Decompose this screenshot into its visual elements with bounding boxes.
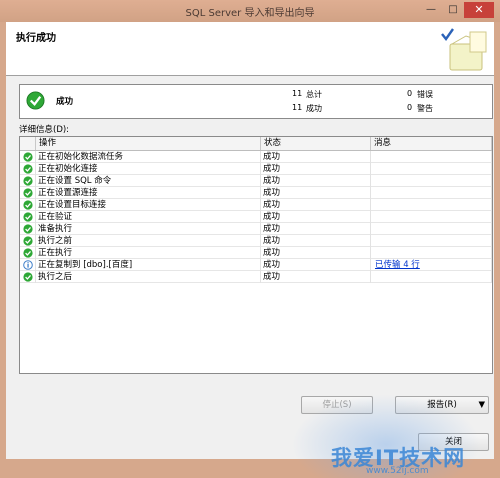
table-row[interactable]: 执行之后 成功 bbox=[20, 271, 492, 283]
success-icon bbox=[23, 164, 33, 174]
column-header-icon bbox=[20, 137, 36, 150]
row-message bbox=[371, 223, 492, 235]
row-operation: 正在验证 bbox=[36, 211, 261, 223]
row-operation: 执行之前 bbox=[36, 235, 261, 247]
table-row[interactable]: 正在初始化连接 成功 bbox=[20, 163, 492, 175]
row-operation: 正在复制到 [dbo].[百度] bbox=[36, 259, 261, 271]
row-status: 成功 bbox=[261, 199, 371, 211]
warning-label: 警告 bbox=[417, 104, 433, 113]
title-bar[interactable]: SQL Server 导入和导出向导 — □ ✕ bbox=[0, 0, 500, 22]
total-count: 11 bbox=[292, 89, 303, 98]
row-message bbox=[371, 199, 492, 211]
row-message bbox=[371, 235, 492, 247]
wizard-header: 执行成功 bbox=[6, 22, 494, 76]
page-title: 执行成功 bbox=[16, 33, 56, 44]
row-operation: 执行之后 bbox=[36, 271, 261, 283]
row-message bbox=[371, 175, 492, 187]
row-message bbox=[371, 163, 492, 175]
row-operation: 正在设置目标连接 bbox=[36, 199, 261, 211]
row-icon-cell bbox=[20, 271, 36, 283]
grid-header: 操作 状态 消息 bbox=[20, 137, 492, 151]
row-icon-cell bbox=[20, 223, 36, 235]
row-icon-cell bbox=[20, 151, 36, 163]
table-row[interactable]: 执行之前 成功 bbox=[20, 235, 492, 247]
row-status: 成功 bbox=[261, 259, 371, 271]
report-button-label: 报告(R) bbox=[427, 400, 457, 410]
row-icon-cell bbox=[20, 247, 36, 259]
success-icon bbox=[23, 236, 33, 246]
row-icon-cell bbox=[20, 175, 36, 187]
row-status: 成功 bbox=[261, 223, 371, 235]
success-icon bbox=[23, 248, 33, 258]
chevron-down-icon: ▼ bbox=[478, 400, 485, 410]
close-icon[interactable]: ✕ bbox=[464, 2, 494, 18]
row-icon-cell bbox=[20, 235, 36, 247]
info-icon bbox=[23, 260, 33, 270]
transferred-rows-link[interactable]: 已传输 4 行 bbox=[375, 260, 420, 270]
success-icon bbox=[23, 200, 33, 210]
stop-button[interactable]: 停止(S) bbox=[301, 396, 373, 414]
window-controls: — □ ✕ bbox=[420, 2, 494, 18]
row-message bbox=[371, 187, 492, 199]
table-row[interactable]: 正在验证 成功 bbox=[20, 211, 492, 223]
success-label: 成功 bbox=[306, 104, 322, 113]
success-count: 11 bbox=[292, 103, 303, 112]
success-icon bbox=[23, 212, 33, 222]
details-label: 详细信息(D): bbox=[19, 125, 70, 135]
row-icon-cell bbox=[20, 187, 36, 199]
error-label: 错误 bbox=[417, 90, 433, 99]
success-check-icon bbox=[26, 91, 45, 110]
table-row[interactable]: 正在设置目标连接 成功 bbox=[20, 199, 492, 211]
row-status: 成功 bbox=[261, 187, 371, 199]
row-message bbox=[371, 151, 492, 163]
table-row[interactable]: 正在初始化数据流任务 成功 bbox=[20, 151, 492, 163]
row-message bbox=[371, 271, 492, 283]
column-header-operation[interactable]: 操作 bbox=[36, 137, 261, 150]
watermark-url: www.52ij.com bbox=[366, 466, 429, 476]
details-grid[interactable]: 操作 状态 消息 正在初始化数据流任务 成功 正在初始化连接 成功 正在设置 SQL 命… bbox=[19, 136, 493, 374]
error-count: 0 bbox=[407, 89, 413, 98]
row-operation: 准备执行 bbox=[36, 223, 261, 235]
row-operation: 正在初始化数据流任务 bbox=[36, 151, 261, 163]
table-row[interactable]: 正在设置源连接 成功 bbox=[20, 187, 492, 199]
row-status: 成功 bbox=[261, 151, 371, 163]
row-icon-cell bbox=[20, 259, 36, 271]
row-status: 成功 bbox=[261, 235, 371, 247]
table-row[interactable]: 准备执行 成功 bbox=[20, 223, 492, 235]
wizard-client-area: 执行成功 成功 11 总计 11 成功 0 错误 0 警告 详细信息(D): 操… bbox=[6, 22, 494, 478]
column-header-message[interactable]: 消息 bbox=[371, 137, 492, 150]
maximize-icon[interactable]: □ bbox=[442, 2, 464, 18]
row-status: 成功 bbox=[261, 175, 371, 187]
warning-count: 0 bbox=[407, 103, 413, 112]
status-label: 成功 bbox=[56, 97, 74, 107]
row-operation: 正在设置 SQL 命令 bbox=[36, 175, 261, 187]
row-icon-cell bbox=[20, 163, 36, 175]
row-operation: 正在执行 bbox=[36, 247, 261, 259]
table-row[interactable]: 正在执行 成功 bbox=[20, 247, 492, 259]
table-row[interactable]: 正在设置 SQL 命令 成功 bbox=[20, 175, 492, 187]
row-status: 成功 bbox=[261, 247, 371, 259]
status-summary-panel: 成功 11 总计 11 成功 0 错误 0 警告 bbox=[19, 84, 493, 119]
row-message bbox=[371, 211, 492, 223]
row-icon-cell bbox=[20, 199, 36, 211]
report-button[interactable]: 报告(R) ▼ bbox=[395, 396, 489, 414]
row-icon-cell bbox=[20, 211, 36, 223]
success-icon bbox=[23, 224, 33, 234]
column-header-status[interactable]: 状态 bbox=[261, 137, 371, 150]
row-operation: 正在设置源连接 bbox=[36, 187, 261, 199]
row-message bbox=[371, 247, 492, 259]
row-status: 成功 bbox=[261, 211, 371, 223]
total-label: 总计 bbox=[306, 90, 322, 99]
row-status: 成功 bbox=[261, 163, 371, 175]
table-row[interactable]: 正在复制到 [dbo].[百度] 成功 已传输 4 行 bbox=[20, 259, 492, 271]
success-icon bbox=[23, 152, 33, 162]
row-message[interactable]: 已传输 4 行 bbox=[371, 259, 492, 271]
success-icon bbox=[23, 272, 33, 282]
success-icon bbox=[23, 188, 33, 198]
minimize-icon[interactable]: — bbox=[420, 2, 442, 18]
row-operation: 正在初始化连接 bbox=[36, 163, 261, 175]
row-status: 成功 bbox=[261, 271, 371, 283]
wizard-logo-icon bbox=[441, 28, 487, 71]
success-icon bbox=[23, 176, 33, 186]
